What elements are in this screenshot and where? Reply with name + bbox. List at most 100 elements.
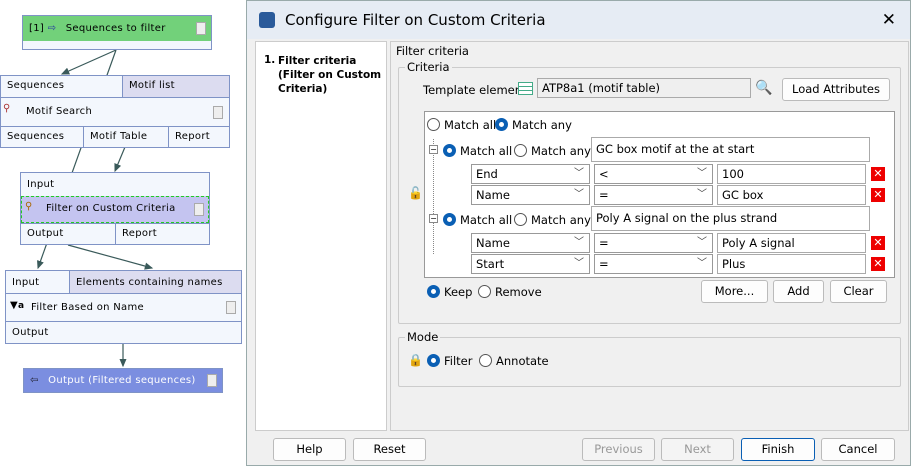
mode-group: Mode 🔒 Filter Annotate [398, 330, 901, 387]
configure-dialog: Configure Filter on Custom Criteria ✕ 1.… [246, 0, 911, 466]
clear-button[interactable]: Clear [830, 280, 887, 303]
next-button[interactable]: Next [661, 438, 734, 461]
custom-filter-node[interactable]: Input ⚲ Filter on Custom Criteria Output… [20, 172, 210, 245]
port-elements-containing-names[interactable]: Elements containing names [70, 271, 241, 293]
workflow-output-node[interactable]: ⇦ Output (Filtered sequences) [23, 368, 223, 393]
group1-row1-op-select[interactable]: < ﹀ [594, 164, 713, 184]
collapse-icon[interactable]: − [429, 214, 438, 223]
delete-icon[interactable]: ✕ [871, 236, 885, 250]
content-panel: Filter criteria Criteria Template elemen… [390, 41, 909, 431]
group2-match-any-radio[interactable]: Match any [514, 213, 591, 227]
criteria-legend: Criteria [405, 60, 452, 74]
group2-description-input[interactable]: Poly A signal on the plus strand [591, 206, 870, 231]
help-button[interactable]: Help [273, 438, 346, 461]
chevron-down-icon: ﹀ [574, 168, 584, 179]
group1-match-any-radio[interactable]: Match any [514, 144, 591, 158]
port-input[interactable]: Input [21, 173, 209, 196]
previous-button[interactable]: Previous [582, 438, 655, 461]
app-icon [259, 12, 275, 28]
filter-name-icon: ▼a [10, 300, 25, 311]
group2-match-all-radio[interactable]: Match all [443, 213, 512, 227]
steps-panel: 1. Filter criteria (Filter on Custom Cri… [255, 41, 387, 431]
criteria-group: Criteria Template element ATP8a1 (motif … [398, 60, 901, 324]
group2-row1-op-select[interactable]: = ﹀ [594, 233, 713, 253]
document-icon [196, 22, 206, 35]
filter-radio[interactable]: Filter [427, 354, 472, 368]
motif-search-icon: ⚲ [3, 103, 11, 114]
chevron-down-icon: ﹀ [574, 258, 584, 269]
port-sequences[interactable]: Sequences [1, 76, 123, 97]
group1-description-input[interactable]: GC box motif at the at start [591, 137, 870, 162]
group2-row2-op-select[interactable]: = ﹀ [594, 254, 713, 274]
chevron-down-icon: ﹀ [697, 237, 707, 248]
port-report[interactable]: Report [116, 224, 209, 245]
workflow-input-node[interactable]: [1] ⇨ Sequences to filter [22, 15, 212, 50]
port-motif-list[interactable]: Motif list [123, 76, 229, 97]
document-icon [207, 374, 217, 387]
chevron-down-icon: ﹀ [697, 258, 707, 269]
group1-row1-field-select[interactable]: End ﹀ [471, 164, 590, 184]
dialog-title: Configure Filter on Custom Criteria [285, 11, 546, 29]
keep-radio[interactable]: Keep [427, 285, 472, 299]
lock-icon[interactable]: 🔓 [408, 186, 423, 200]
chevron-down-icon: ﹀ [574, 237, 584, 248]
group2-row2-value-input[interactable]: Plus [717, 254, 866, 274]
document-icon [194, 203, 204, 216]
group2-row1-value-input[interactable]: Poly A signal [717, 233, 866, 253]
load-attributes-button[interactable]: Load Attributes [782, 78, 890, 101]
motif-search-label: Motif Search [26, 106, 93, 117]
port-motif-table[interactable]: Motif Table [84, 127, 169, 148]
template-label: Template element [423, 83, 527, 97]
group2-row2-field-select[interactable]: Start ﹀ [471, 254, 590, 274]
port-report[interactable]: Report [169, 127, 229, 148]
group1-row1-value-input[interactable]: 100 [717, 164, 866, 184]
custom-filter-icon: ⚲ [25, 201, 33, 212]
chevron-down-icon: ﹀ [697, 168, 707, 179]
motif-search-node[interactable]: Sequences Motif list ⚲ Motif Search Sequ… [0, 75, 230, 148]
group1-row2-op-select[interactable]: = ﹀ [594, 185, 713, 205]
group2-row1-field-select[interactable]: Name ﹀ [471, 233, 590, 253]
top-match-any-radio[interactable]: Match any [495, 118, 572, 132]
more-button[interactable]: More... [701, 280, 768, 303]
delete-icon[interactable]: ✕ [871, 167, 885, 181]
lock-icon[interactable]: 🔒 [408, 353, 423, 367]
chevron-down-icon: ﹀ [574, 189, 584, 200]
group1-row2-field-select[interactable]: Name ﹀ [471, 185, 590, 205]
annotate-radio[interactable]: Annotate [479, 354, 549, 368]
input-index: [1] [29, 23, 45, 34]
group1-match-all-radio[interactable]: Match all [443, 144, 512, 158]
top-match-all-radio[interactable]: Match all [427, 118, 496, 132]
dialog-titlebar: Configure Filter on Custom Criteria ✕ [247, 1, 910, 39]
input-arrow-icon: ⇨ [47, 23, 57, 34]
port-sequences-out[interactable]: Sequences [1, 127, 84, 148]
name-filter-label: Filter Based on Name [31, 302, 144, 313]
custom-filter-label: Filter on Custom Criteria [46, 203, 176, 214]
delete-icon[interactable]: ✕ [871, 188, 885, 202]
port-input[interactable]: Input [6, 271, 70, 293]
step-number: 1. [264, 54, 276, 66]
mode-legend: Mode [405, 330, 441, 344]
delete-icon[interactable]: ✕ [871, 257, 885, 271]
group1-row2-value-input[interactable]: GC box [717, 185, 866, 205]
step-item-filter-criteria[interactable]: Filter criteria (Filter on Custom Criter… [278, 54, 386, 96]
template-element-field[interactable]: ATP8a1 (motif table) [537, 78, 751, 98]
output-node-label: Output (Filtered sequences) [48, 375, 196, 386]
collapse-icon[interactable]: − [429, 145, 438, 154]
criteria-tree: Match all Match any − Match all Match an… [424, 111, 895, 278]
browse-folder-icon[interactable]: 🔍 [755, 80, 772, 96]
port-output[interactable]: Output [6, 321, 241, 344]
table-icon [518, 82, 533, 95]
cancel-button[interactable]: Cancel [821, 438, 895, 461]
add-button[interactable]: Add [773, 280, 824, 303]
name-filter-node[interactable]: Input Elements containing names ▼a Filte… [5, 270, 242, 344]
finish-button[interactable]: Finish [741, 438, 815, 461]
input-node-label: Sequences to filter [65, 23, 166, 34]
port-output[interactable]: Output [21, 224, 116, 245]
chevron-down-icon: ﹀ [697, 189, 707, 200]
remove-radio[interactable]: Remove [478, 285, 542, 299]
panel-title: Filter criteria [396, 44, 469, 58]
document-icon [226, 301, 236, 314]
close-icon[interactable]: ✕ [882, 10, 896, 30]
reset-button[interactable]: Reset [353, 438, 426, 461]
output-arrow-icon: ⇦ [30, 375, 39, 386]
